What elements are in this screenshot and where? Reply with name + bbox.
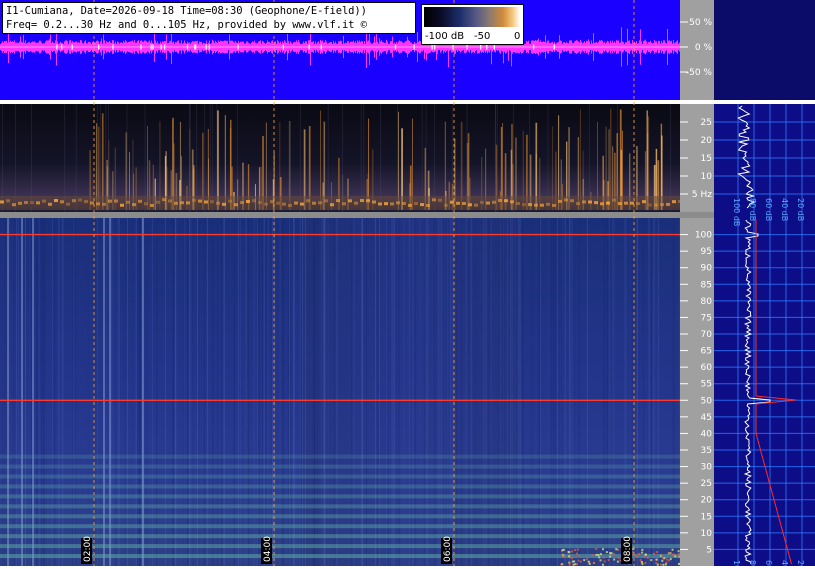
- high-freq-tick-label: 100: [695, 231, 712, 241]
- svg-text:08:00: 08:00: [623, 536, 633, 562]
- low-freq-tick-label: 5 Hz: [692, 190, 712, 200]
- high-freq-tick-label: 80: [701, 297, 713, 307]
- right-panel-top: [714, 0, 815, 100]
- spectrogram-plot: 02:00 04:00 06:00 08:00 50 % 0 % -50 % 25 20 15…: [0, 0, 815, 569]
- high-freq-tick-label: 50: [701, 396, 713, 406]
- time-tick-label: 06:00: [441, 536, 453, 564]
- high-freq-tick-label: 65: [701, 347, 712, 357]
- svg-text:06:00: 06:00: [443, 536, 453, 562]
- high-freq-tick-label: 90: [701, 264, 713, 274]
- spec-db-label-low: 40 dB: [780, 198, 789, 221]
- spec-db-label-low: 100 dB: [732, 198, 741, 226]
- high-freq-tick-label: 15: [701, 512, 712, 522]
- high-freq-tick-label: 45: [701, 413, 712, 423]
- svg-text:04:00: 04:00: [263, 536, 273, 562]
- separator-band-mid: [0, 212, 714, 218]
- vlf-monitor-screen: 02:00 04:00 06:00 08:00 50 % 0 % -50 % 25 20 15…: [0, 0, 815, 569]
- spectrum-panel: [714, 104, 815, 566]
- time-tick-label: 08:00: [621, 536, 633, 564]
- colorbar-label-mid: -50: [474, 31, 491, 42]
- low-freq-tick-label: 25: [701, 118, 712, 128]
- colorbar-gradient: [424, 7, 520, 27]
- high-freq-tick-label: 20: [701, 496, 713, 506]
- spec-db-label-low: 20 dB: [796, 198, 805, 221]
- high-freq-tick-label: 95: [701, 247, 712, 257]
- high-freq-tick-label: 55: [701, 380, 712, 390]
- header-box: I1-Cumiana, Date=2026-09-18 Time=08:30 (…: [2, 2, 416, 34]
- amplitude-tick-label: 50 %: [689, 18, 712, 28]
- high-freq-tick-label: 75: [701, 313, 712, 323]
- high-freq-tick-label: 60: [701, 363, 713, 373]
- separator-band-top: [0, 100, 815, 104]
- colorbar-label-max: 0: [514, 31, 521, 42]
- high-freq-tick-label: 30: [701, 463, 713, 473]
- low-freq-tick-label: 15: [701, 154, 712, 164]
- amplitude-tick-label: 0 %: [695, 43, 713, 53]
- svg-text:02:00: 02:00: [83, 536, 93, 562]
- low-freq-tick-label: 20: [701, 136, 713, 146]
- colorbar-label-min: -100 dB: [425, 31, 465, 42]
- header-title: I1-Cumiana, Date=2026-09-18 Time=08:30 (…: [6, 5, 367, 17]
- high-freq-tick-label: 5: [706, 545, 712, 555]
- high-freq-tick-label: 10: [701, 529, 713, 539]
- high-freq-tick-label: 25: [701, 479, 712, 489]
- high-freq-tick-label: 40: [701, 429, 713, 439]
- spec-db-label-low: 60 dB: [764, 198, 773, 221]
- amplitude-tick-label: -50 %: [686, 68, 713, 78]
- high-freq-tick-label: 70: [701, 330, 713, 340]
- time-tick-label: 04:00: [261, 536, 273, 564]
- header-subtitle: Freq= 0.2...30 Hz and 0...105 Hz, provid…: [6, 19, 367, 31]
- high-freq-tick-label: 35: [701, 446, 712, 456]
- spec-db-label-low: 80 dB: [748, 198, 757, 221]
- colorbar: -100 dB -50 0: [421, 4, 524, 45]
- high-freq-tick-label: 85: [701, 280, 712, 290]
- time-tick-label: 02:00: [81, 536, 93, 564]
- low-freq-tick-label: 10: [701, 172, 713, 182]
